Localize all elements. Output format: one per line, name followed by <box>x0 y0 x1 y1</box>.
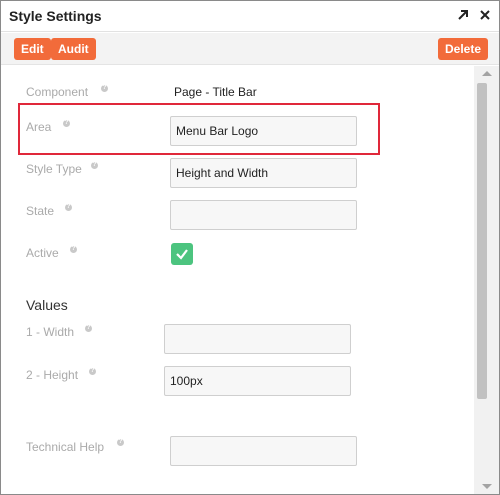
active-checkbox[interactable] <box>171 243 193 265</box>
close-icon[interactable] <box>477 7 493 23</box>
height-field[interactable] <box>164 366 351 396</box>
height-help-icon[interactable]: ? <box>89 368 96 375</box>
state-field[interactable] <box>170 200 357 230</box>
component-help-icon[interactable]: ? <box>101 85 108 92</box>
active-help-icon[interactable]: ? <box>70 246 77 253</box>
technical-help-help-icon[interactable]: ? <box>117 439 124 446</box>
scrollbar-thumb[interactable] <box>477 83 487 399</box>
values-heading: Values <box>26 297 68 313</box>
component-value: Page - Title Bar <box>174 85 257 99</box>
width-field[interactable] <box>164 324 351 354</box>
audit-button[interactable]: Audit <box>51 38 96 60</box>
dialog-titlebar: Style Settings <box>1 1 499 32</box>
area-highlight-box <box>18 103 380 155</box>
style-type-field[interactable] <box>170 158 357 188</box>
technical-help-label: Technical Help <box>26 440 105 454</box>
checkmark-icon <box>176 249 188 260</box>
state-label: State <box>26 204 55 218</box>
action-toolbar: Edit Audit Delete <box>1 33 499 65</box>
form-content: Component ? Page - Title Bar Area ? Styl… <box>1 66 474 494</box>
style-settings-dialog: Style Settings Edit Audit Delete Compone… <box>0 0 500 495</box>
scroll-up-icon[interactable] <box>482 71 492 76</box>
edit-button[interactable]: Edit <box>14 38 51 60</box>
component-label: Component <box>26 85 89 99</box>
height-label: 2 - Height <box>26 368 79 382</box>
width-help-icon[interactable]: ? <box>85 325 92 332</box>
dialog-title: Style Settings <box>9 8 102 24</box>
vertical-scrollbar[interactable] <box>474 66 499 494</box>
expand-arrow-icon[interactable] <box>455 7 471 23</box>
delete-button[interactable]: Delete <box>438 38 489 60</box>
style-type-help-icon[interactable]: ? <box>91 162 98 169</box>
width-label: 1 - Width <box>26 325 75 339</box>
scroll-down-icon[interactable] <box>482 484 492 489</box>
active-label: Active <box>26 246 59 260</box>
state-help-icon[interactable]: ? <box>65 204 72 211</box>
technical-help-field[interactable] <box>170 436 357 466</box>
style-type-label: Style Type <box>26 162 82 176</box>
